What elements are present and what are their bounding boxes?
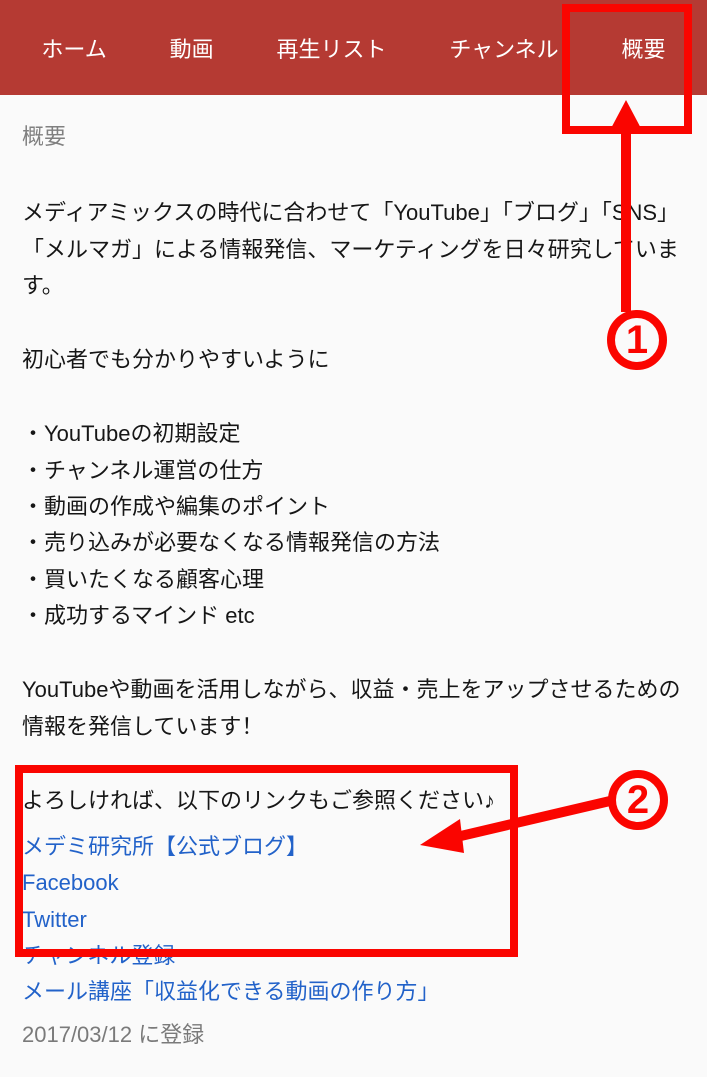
about-lead-in: 初心者でも分かりやすいように bbox=[22, 342, 685, 378]
list-item: 買いたくなる顧客心理 bbox=[22, 562, 685, 598]
list-item: チャンネル運営の仕方 bbox=[22, 453, 685, 489]
list-item: 売り込みが必要なくなる情報発信の方法 bbox=[22, 525, 685, 561]
tab-channels[interactable]: チャンネル bbox=[441, 22, 566, 74]
tab-videos[interactable]: 動画 bbox=[162, 22, 222, 74]
about-intro: メディアミックスの時代に合わせて「YouTube」「ブログ」「SNS」「メルマガ… bbox=[22, 195, 685, 304]
about-bullet-list: YouTubeの初期設定 チャンネル運営の仕方 動画の作成や編集のポイント 売り… bbox=[22, 416, 685, 634]
about-section-title: 概要 bbox=[22, 119, 685, 155]
link-twitter[interactable]: Twitter bbox=[22, 902, 685, 938]
link-facebook[interactable]: Facebook bbox=[22, 865, 685, 901]
link-mail-course[interactable]: メール講座「収益化できる動画の作り方」 bbox=[22, 974, 685, 1010]
about-links: メデミ研究所【公式ブログ】 Facebook Twitter チャンネル登録 メ… bbox=[22, 829, 685, 1010]
about-content: 概要 メディアミックスの時代に合わせて「YouTube」「ブログ」「SNS」「メ… bbox=[0, 95, 707, 1077]
tab-about[interactable]: 概要 bbox=[614, 22, 674, 74]
list-item: 成功するマインド etc bbox=[22, 598, 685, 634]
about-summary: YouTubeや動画を活用しながら、収益・売上をアップさせるための情報を発信して… bbox=[22, 672, 685, 745]
list-item: YouTubeの初期設定 bbox=[22, 416, 685, 452]
about-link-prompt: よろしければ、以下のリンクもご参照ください♪ bbox=[22, 783, 685, 819]
list-item: 動画の作成や編集のポイント bbox=[22, 489, 685, 525]
tab-home[interactable]: ホーム bbox=[33, 22, 114, 74]
tab-playlists[interactable]: 再生リスト bbox=[268, 22, 394, 74]
link-subscribe[interactable]: チャンネル登録 bbox=[22, 938, 685, 974]
link-official-blog[interactable]: メデミ研究所【公式ブログ】 bbox=[22, 829, 685, 865]
about-registered-date: 2017/03/12 に登録 bbox=[22, 1017, 685, 1053]
channel-tab-bar: ホーム 動画 再生リスト チャンネル 概要 bbox=[0, 0, 707, 95]
